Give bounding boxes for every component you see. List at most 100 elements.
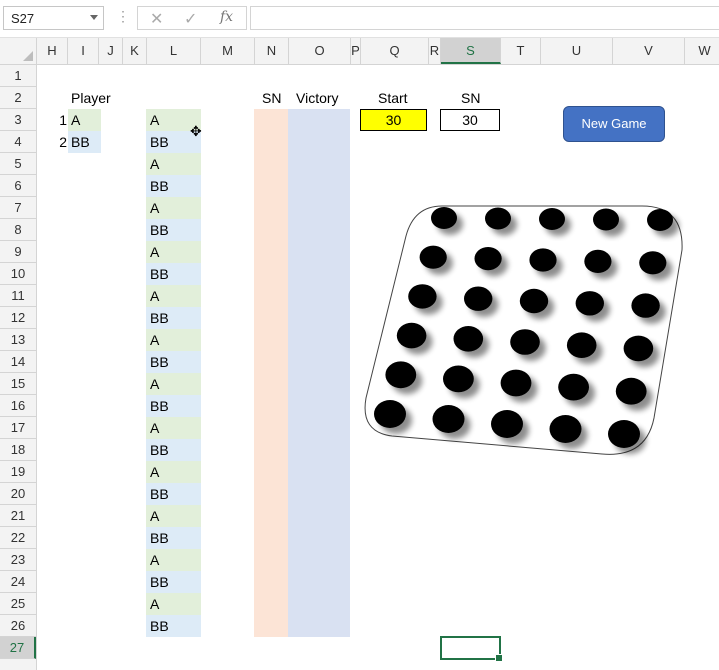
turn-cell[interactable]: A: [146, 285, 201, 307]
row-header-6[interactable]: 6: [0, 175, 36, 197]
player-name[interactable]: BB: [68, 131, 101, 153]
turn-cell[interactable]: A: [146, 329, 201, 351]
peg[interactable]: [453, 326, 484, 352]
column-header-o[interactable]: O: [289, 38, 351, 64]
selected-cell-s27[interactable]: [440, 636, 503, 662]
peg[interactable]: [432, 405, 465, 433]
row-header-27[interactable]: 27: [0, 637, 36, 659]
row-header-20[interactable]: 20: [0, 483, 36, 505]
cancel-icon[interactable]: ✕: [150, 9, 163, 29]
peg[interactable]: [608, 420, 640, 448]
player-name[interactable]: A: [68, 109, 101, 131]
peg[interactable]: [647, 209, 673, 231]
peg[interactable]: [584, 249, 612, 273]
peg[interactable]: [408, 284, 437, 309]
peg[interactable]: [396, 322, 427, 349]
peg[interactable]: [575, 291, 604, 316]
peg[interactable]: [623, 335, 654, 362]
column-header-w[interactable]: W: [685, 38, 719, 64]
turn-cell[interactable]: A: [146, 153, 201, 175]
row-header-5[interactable]: 5: [0, 153, 36, 175]
sn-input[interactable]: 30: [440, 109, 500, 131]
peg[interactable]: [566, 332, 597, 358]
row-header-25[interactable]: 25: [0, 593, 36, 615]
row-header-4[interactable]: 4: [0, 131, 36, 153]
turn-cell[interactable]: A: [146, 417, 201, 439]
peg[interactable]: [485, 207, 511, 230]
column-header-r[interactable]: R: [429, 38, 441, 64]
peg[interactable]: [510, 329, 540, 355]
peg[interactable]: [419, 245, 447, 269]
column-header-j[interactable]: J: [99, 38, 123, 64]
row-header-1[interactable]: 1: [0, 65, 36, 87]
row-header-19[interactable]: 19: [0, 461, 36, 483]
row-header-3[interactable]: 3: [0, 109, 36, 131]
turn-cell[interactable]: A: [146, 241, 201, 263]
column-header-m[interactable]: M: [201, 38, 255, 64]
row-header-21[interactable]: 21: [0, 505, 36, 527]
row-header-2[interactable]: 2: [0, 87, 36, 109]
row-header-7[interactable]: 7: [0, 197, 36, 219]
row-header-22[interactable]: 22: [0, 527, 36, 549]
peg[interactable]: [443, 365, 474, 393]
peg[interactable]: [464, 286, 493, 311]
peg[interactable]: [631, 293, 660, 318]
turn-cell[interactable]: BB: [146, 615, 201, 637]
peg[interactable]: [385, 361, 417, 389]
row-header-17[interactable]: 17: [0, 417, 36, 439]
turn-cell[interactable]: BB: [146, 395, 201, 417]
row-header-9[interactable]: 9: [0, 241, 36, 263]
chevron-down-icon[interactable]: [90, 15, 98, 20]
row-header-23[interactable]: 23: [0, 549, 36, 571]
turn-cell[interactable]: BB: [146, 307, 201, 329]
peg[interactable]: [491, 410, 523, 438]
column-header-t[interactable]: T: [501, 38, 541, 64]
column-header-p[interactable]: P: [351, 38, 361, 64]
peg[interactable]: [431, 207, 457, 229]
row-header-15[interactable]: 15: [0, 373, 36, 395]
turn-cell[interactable]: A: [146, 549, 201, 571]
turn-cell[interactable]: A: [146, 197, 201, 219]
turn-cell[interactable]: BB: [146, 351, 201, 373]
new-game-button[interactable]: New Game: [563, 106, 665, 142]
name-box[interactable]: S27: [3, 6, 104, 30]
peg[interactable]: [474, 247, 502, 271]
column-header-q[interactable]: Q: [361, 38, 429, 64]
peg[interactable]: [593, 208, 619, 231]
column-header-h[interactable]: H: [37, 38, 68, 64]
fill-handle[interactable]: [495, 654, 503, 662]
row-header-12[interactable]: 12: [0, 307, 36, 329]
turn-cell[interactable]: BB: [146, 263, 201, 285]
row-header-18[interactable]: 18: [0, 439, 36, 461]
row-header-14[interactable]: 14: [0, 351, 36, 373]
peg[interactable]: [529, 248, 557, 272]
turn-cell[interactable]: A: [146, 373, 201, 395]
row-header-24[interactable]: 24: [0, 571, 36, 593]
turn-cell[interactable]: BB: [146, 219, 201, 241]
peg[interactable]: [500, 369, 532, 397]
turn-cell[interactable]: A: [146, 461, 201, 483]
column-header-s[interactable]: S: [441, 38, 501, 64]
turn-cell[interactable]: BB: [146, 175, 201, 197]
column-header-n[interactable]: N: [255, 38, 289, 64]
column-header-l[interactable]: L: [147, 38, 201, 64]
row-header-13[interactable]: 13: [0, 329, 36, 351]
insert-function-icon[interactable]: fx: [220, 9, 233, 25]
column-header-k[interactable]: K: [123, 38, 147, 64]
turn-cell[interactable]: BB: [146, 527, 201, 549]
turn-cell[interactable]: BB: [146, 571, 201, 593]
row-header-10[interactable]: 10: [0, 263, 36, 285]
peg[interactable]: [558, 373, 589, 401]
row-header-8[interactable]: 8: [0, 219, 36, 241]
start-input[interactable]: 30: [360, 109, 427, 131]
column-header-i[interactable]: I: [68, 38, 99, 64]
enter-icon[interactable]: ✓: [184, 9, 197, 29]
peg[interactable]: [519, 288, 549, 314]
peg[interactable]: [374, 400, 406, 428]
turn-cell[interactable]: A: [146, 593, 201, 615]
turn-cell[interactable]: BB: [146, 483, 201, 505]
column-header-u[interactable]: U: [541, 38, 613, 64]
turn-cell[interactable]: A: [146, 505, 201, 527]
row-header-26[interactable]: 26: [0, 615, 36, 637]
peg[interactable]: [549, 415, 582, 443]
